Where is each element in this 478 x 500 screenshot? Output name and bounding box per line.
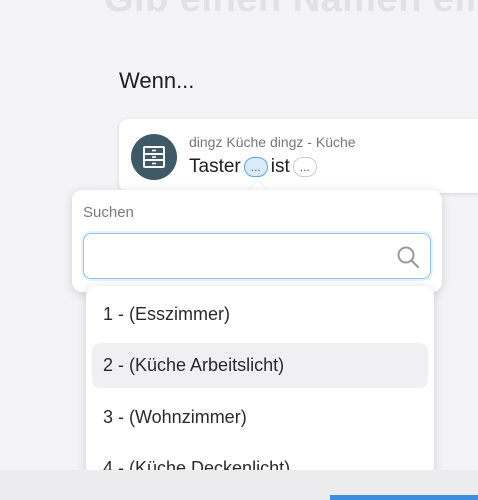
state-selector-token[interactable]: ... [292,157,317,177]
button-selector-token[interactable]: ... [243,157,268,177]
option-item-3[interactable]: 3 - (Wohnzimmer) [92,395,428,440]
condition-verb: ist [270,156,290,177]
device-name: dingz Küche dingz - Küche [189,134,356,150]
condition-sentence: Taster ... ist ... [189,156,320,178]
section-heading-when: Wenn... [119,68,195,93]
search-field[interactable] [83,233,431,279]
search-label: Suchen [83,204,134,221]
option-list: 1 - (Esszimmer) 2 - (Küche Arbeitslicht)… [86,286,434,496]
search-input[interactable] [94,244,388,270]
option-item-2[interactable]: 2 - (Küche Arbeitslicht) [92,343,428,388]
device-avatar [131,134,177,180]
condition-subject: Taster [189,156,241,177]
condition-card[interactable]: dingz Küche dingz - Küche Taster ... ist… [119,119,478,193]
search-panel: Suchen [72,190,442,292]
page-title[interactable]: Gib einen Namen ein [104,0,478,21]
cabinet-icon [143,146,165,168]
primary-action-edge[interactable] [330,495,478,500]
search-icon[interactable] [396,245,420,269]
option-item-1[interactable]: 1 - (Esszimmer) [92,292,428,337]
